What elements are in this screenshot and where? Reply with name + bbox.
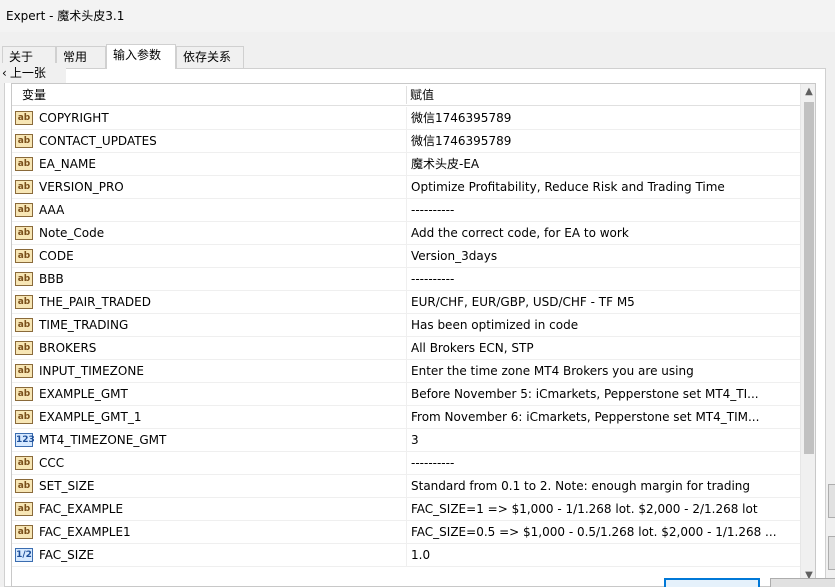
variable-name: COPYRIGHT — [39, 111, 109, 125]
string-type-icon: ab — [15, 410, 33, 424]
variable-value[interactable]: All Brokers ECN, STP — [406, 337, 800, 359]
table-row[interactable]: ab THE_PAIR_TRADED EUR/CHF, EUR/GBP, USD/C… — [12, 291, 800, 314]
variable-value[interactable]: ---------- — [406, 452, 800, 474]
variable-value[interactable]: FAC_SIZE=0.5 => $1,000 - 0.5/1.268 lot. … — [406, 521, 800, 543]
table-row[interactable]: ab VERSION_PRO Optimize Profitability, Red… — [12, 176, 800, 199]
table-body: ab COPYRIGHT 微信1746395789 ab CONTACT_UPDATE… — [12, 107, 800, 567]
tab-dependencies[interactable]: 依存关系 — [176, 46, 244, 68]
variable-name: INPUT_TIMEZONE — [39, 364, 144, 378]
table-row[interactable]: ab CODE Version_3days — [12, 245, 800, 268]
table-row[interactable]: ab TIME_TRADING Has been optimized in code — [12, 314, 800, 337]
table-row[interactable]: ab FAC_EXAMPLE1 FAC_SIZE=0.5 => $1,000 - 0… — [12, 521, 800, 544]
string-type-icon: ab — [15, 525, 33, 539]
variable-name: BROKERS — [39, 341, 97, 355]
variable-name: THE_PAIR_TRADED — [39, 295, 151, 309]
variable-name: FAC_EXAMPLE — [39, 502, 124, 516]
table-row[interactable]: ab BBB ---------- — [12, 268, 800, 291]
string-type-icon: ab — [15, 203, 33, 217]
string-type-icon: ab — [15, 249, 33, 263]
variable-value[interactable]: Enter the time zone MT4 Brokers you are … — [406, 360, 800, 382]
table-row[interactable]: ab AAA ---------- — [12, 199, 800, 222]
string-type-icon: ab — [15, 387, 33, 401]
variable-value[interactable]: ---------- — [406, 268, 800, 290]
save-button[interactable] — [828, 536, 835, 570]
window-title: Expert - 魔术头皮3.1 — [6, 9, 125, 23]
string-type-icon: ab — [15, 111, 33, 125]
input-parameters-table: 变量 赋值 ab COPYRIGHT 微信1746395789 ab CONTACT_… — [11, 83, 816, 587]
variable-value[interactable]: EUR/CHF, EUR/GBP, USD/CHF - TF M5 — [406, 291, 800, 313]
table-row[interactable]: ab EXAMPLE_GMT Before November 5: iCmarket… — [12, 383, 800, 406]
variable-name: SET_SIZE — [39, 479, 95, 493]
variable-value[interactable]: 1.0 — [406, 544, 800, 566]
variable-name: BBB — [39, 272, 64, 286]
string-type-icon: ab — [15, 180, 33, 194]
variable-value[interactable]: Version_3days — [406, 245, 800, 267]
variable-value[interactable]: ---------- — [406, 199, 800, 221]
back-link[interactable]: ‹ 上一张 — [0, 63, 66, 83]
variable-name: EA_NAME — [39, 157, 96, 171]
variable-name: CONTACT_UPDATES — [39, 134, 157, 148]
variable-name: TIME_TRADING — [39, 318, 129, 332]
table-row[interactable]: ab COPYRIGHT 微信1746395789 — [12, 107, 800, 130]
scrollbar-thumb[interactable] — [804, 102, 814, 454]
string-type-icon: ab — [15, 456, 33, 470]
variable-value[interactable]: 微信1746395789 — [406, 130, 800, 152]
vertical-scrollbar[interactable]: ▲ ▼ — [800, 84, 815, 586]
header-value[interactable]: 赋值 — [410, 84, 434, 106]
string-type-icon: ab — [15, 134, 33, 148]
load-button[interactable] — [828, 484, 835, 518]
table-row[interactable]: ab SET_SIZE Standard from 0.1 to 2. Note: … — [12, 475, 800, 498]
variable-name: FAC_EXAMPLE1 — [39, 525, 131, 539]
table-row[interactable]: ab BROKERS All Brokers ECN, STP — [12, 337, 800, 360]
table-header: 变量 赋值 — [12, 84, 800, 106]
string-type-icon: ab — [15, 341, 33, 355]
table-row[interactable]: ab EXAMPLE_GMT_1 From November 6: iCmarket… — [12, 406, 800, 429]
variable-name: CCC — [39, 456, 65, 470]
variable-name: AAA — [39, 203, 65, 217]
variable-value[interactable]: Before November 5: iCmarkets, Pepperston… — [406, 383, 800, 405]
table-row[interactable]: ab Note_Code Add the correct code, for EA … — [12, 222, 800, 245]
variable-value[interactable]: 3 — [406, 429, 800, 451]
variable-value[interactable]: Add the correct code, for EA to work — [406, 222, 800, 244]
variable-value[interactable]: 微信1746395789 — [406, 107, 800, 129]
string-type-icon: ab — [15, 226, 33, 240]
variable-name: VERSION_PRO — [39, 180, 124, 194]
variable-name: EXAMPLE_GMT — [39, 387, 128, 401]
string-type-icon: ab — [15, 364, 33, 378]
table-row[interactable]: 123 MT4_TIMEZONE_GMT 3 — [12, 429, 800, 452]
ok-button[interactable] — [664, 578, 760, 587]
title-bar: Expert - 魔术头皮3.1 — [0, 0, 835, 32]
variable-name: FAC_SIZE — [39, 548, 95, 562]
variable-name: MT4_TIMEZONE_GMT — [39, 433, 167, 447]
chevron-left-icon: ‹ — [2, 66, 7, 80]
variable-name: CODE — [39, 249, 74, 263]
variable-value[interactable]: 魔术头皮-EA — [406, 153, 800, 175]
variable-name: Note_Code — [39, 226, 105, 240]
variable-name: EXAMPLE_GMT_1 — [39, 410, 142, 424]
cancel-button[interactable] — [770, 578, 835, 587]
string-type-icon: ab — [15, 318, 33, 332]
tab-inputs[interactable]: 输入参数 — [106, 44, 176, 69]
double-type-icon: 1/2 — [15, 548, 33, 562]
variable-value[interactable]: From November 6: iCmarkets, Pepperstone … — [406, 406, 800, 428]
string-type-icon: ab — [15, 479, 33, 493]
string-type-icon: ab — [15, 157, 33, 171]
variable-value[interactable]: Standard from 0.1 to 2. Note: enough mar… — [406, 475, 800, 497]
string-type-icon: ab — [15, 272, 33, 286]
variable-value[interactable]: Has been optimized in code — [406, 314, 800, 336]
header-variable[interactable]: 变量 — [22, 84, 46, 106]
variable-value[interactable]: FAC_SIZE=1 => $1,000 - 1/1.268 lot. $2,0… — [406, 498, 800, 520]
table-row[interactable]: ab INPUT_TIMEZONE Enter the time zone MT4 … — [12, 360, 800, 383]
string-type-icon: ab — [15, 295, 33, 309]
string-type-icon: ab — [15, 502, 33, 516]
variable-value[interactable]: Optimize Profitability, Reduce Risk and … — [406, 176, 800, 198]
table-row[interactable]: ab EA_NAME 魔术头皮-EA — [12, 153, 800, 176]
scroll-up-icon[interactable]: ▲ — [801, 84, 815, 100]
table-row[interactable]: ab CCC ---------- — [12, 452, 800, 475]
integer-type-icon: 123 — [15, 433, 35, 447]
table-row[interactable]: ab FAC_EXAMPLE FAC_SIZE=1 => $1,000 - 1/1.… — [12, 498, 800, 521]
table-row[interactable]: 1/2 FAC_SIZE 1.0 — [12, 544, 800, 567]
tab-bar: 关于 常用 输入参数 依存关系 — [0, 44, 835, 69]
table-row[interactable]: ab CONTACT_UPDATES 微信1746395789 — [12, 130, 800, 153]
